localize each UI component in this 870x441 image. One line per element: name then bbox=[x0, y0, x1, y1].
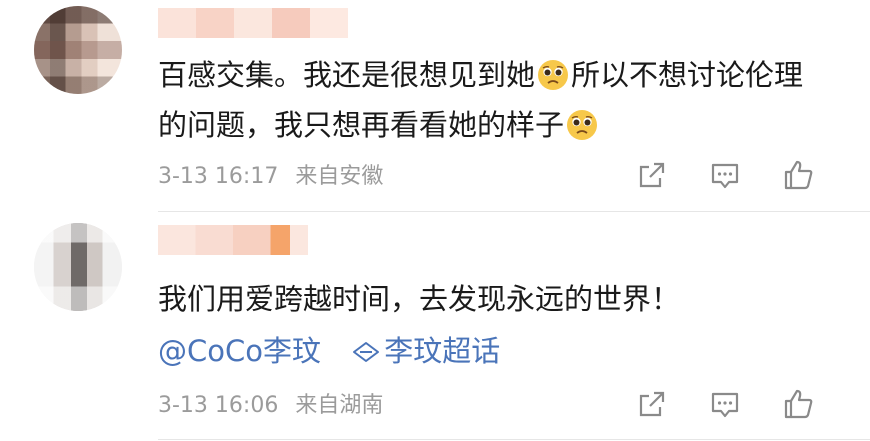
comment-icon bbox=[711, 163, 739, 189]
comment-icon bbox=[711, 392, 739, 418]
super-topic-label: 李玟超话 bbox=[384, 334, 501, 368]
avatar[interactable] bbox=[34, 6, 122, 94]
comment-meta: 3-13 16:17 来自安徽 bbox=[158, 162, 383, 192]
comment-text: 我们用爱跨越时间，去发现永远的世界！ bbox=[158, 282, 681, 316]
comment-location: 来自湖南 bbox=[295, 393, 384, 418]
comment-button[interactable] bbox=[707, 157, 743, 193]
pleading-face-icon bbox=[567, 110, 598, 140]
thumbs-up-icon bbox=[784, 389, 813, 419]
share-button[interactable] bbox=[634, 157, 670, 193]
comment-date: 3-13 16:17 bbox=[158, 164, 279, 189]
super-topic-diamond-icon bbox=[353, 342, 380, 362]
pleading-face-icon bbox=[538, 60, 569, 90]
comment-location: 来自安徽 bbox=[295, 164, 384, 189]
thumbs-up-icon bbox=[784, 160, 813, 190]
share-icon bbox=[639, 391, 665, 417]
username-blurred[interactable] bbox=[158, 225, 308, 255]
avatar[interactable] bbox=[34, 223, 122, 311]
comment-button[interactable] bbox=[707, 386, 743, 422]
comment-item: 百感交集。我还是很想见到她 所以不想讨论伦理的问题，我只想再看看她的样子 3-13… bbox=[0, 0, 870, 212]
like-button[interactable] bbox=[780, 386, 816, 422]
username-blurred[interactable] bbox=[158, 8, 348, 38]
super-topic-link[interactable]: 李玟超话 bbox=[352, 334, 500, 368]
comment-text: 百感交集。我还是很想见到她 所以不想讨论伦理的问题，我只想再看看她的样子 bbox=[158, 50, 808, 150]
comment-date: 3-13 16:06 bbox=[158, 393, 279, 418]
divider bbox=[158, 439, 870, 440]
share-icon bbox=[639, 162, 665, 188]
like-button[interactable] bbox=[780, 157, 816, 193]
comment-meta: 3-13 16:06 来自湖南 bbox=[158, 391, 383, 421]
mention-link[interactable]: @CoCo李玟 bbox=[158, 334, 321, 368]
comment-text-part: 百感交集。我还是很想见到她 bbox=[158, 58, 536, 92]
share-button[interactable] bbox=[634, 386, 670, 422]
divider bbox=[158, 211, 870, 212]
comment-links: @CoCo李玟 李玟超话 bbox=[158, 326, 500, 376]
